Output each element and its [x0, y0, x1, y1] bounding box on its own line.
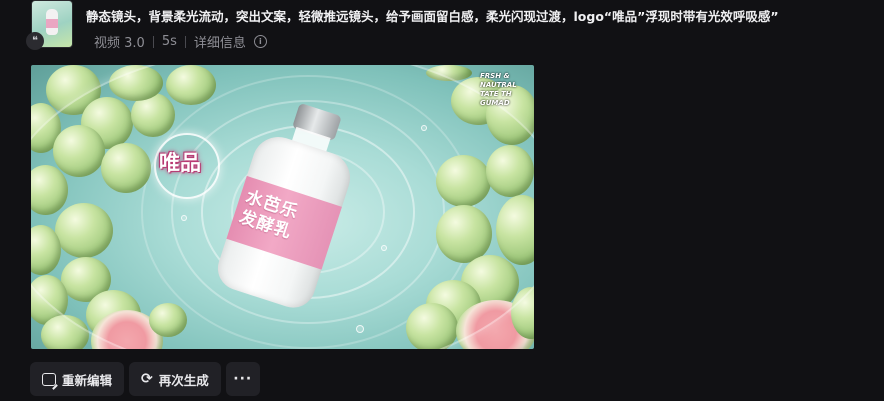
bubble	[181, 215, 187, 221]
regenerate-button[interactable]: ⟳ 再次生成	[129, 362, 221, 396]
bubble	[356, 325, 364, 333]
meta-divider	[152, 35, 154, 48]
more-options-button[interactable]: ···	[225, 362, 260, 396]
prompt-text: 静态镜头，背景柔光流动，突出文案，轻微推远镜头，给予画面留白感，柔光闪现过渡，l…	[86, 9, 779, 24]
video-duration: 5s	[161, 34, 177, 49]
regenerate-label: 再次生成	[158, 372, 209, 388]
model-version: 视频 3.0	[94, 36, 145, 51]
bubble	[421, 125, 427, 131]
meta-divider	[184, 35, 186, 48]
corner-caption: FRSH & NAUTRAL TATE TH GUMAD	[480, 72, 534, 108]
thumbnail-label	[46, 19, 58, 28]
more-icon: ···	[233, 371, 253, 387]
regenerate-icon: ⟳	[141, 371, 153, 387]
bubble	[381, 245, 387, 251]
re-edit-label: 重新编辑	[62, 372, 113, 388]
corner-caption-line: FRSH & NAUTRAL	[480, 72, 517, 89]
corner-caption-line: TATE TH GUMAD	[480, 90, 512, 107]
action-bar: 重新编辑 ⟳ 再次生成 ···	[30, 362, 260, 396]
quote-icon: ❝	[26, 32, 44, 50]
re-edit-button[interactable]: 重新编辑	[30, 362, 125, 396]
generated-video[interactable]: 水芭乐 发酵乳 唯品 FRSH & NAUTRAL TATE TH GUMAD	[31, 65, 534, 349]
info-icon[interactable]: i	[253, 35, 267, 48]
brand-logo: 唯品	[159, 151, 201, 175]
details-link[interactable]: 详细信息	[194, 32, 246, 51]
task-meta: 视频 3.0 5s 详细信息 i	[94, 32, 267, 51]
edit-icon	[42, 372, 56, 386]
